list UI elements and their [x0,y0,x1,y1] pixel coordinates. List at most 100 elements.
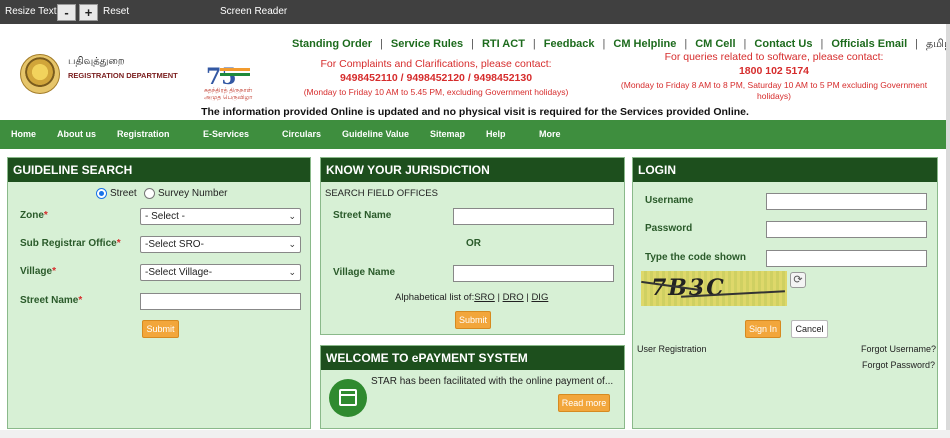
complaints-contact: For Complaints and Clarifications, pleas… [298,58,574,97]
software-contact: For queries related to software, please … [610,51,938,102]
juris-street-label: Street Name [333,210,392,221]
nav-sitemap[interactable]: Sitemap [430,129,465,139]
zone-select-value: - Select - [145,211,186,222]
jurisdiction-submit-button[interactable]: Submit [455,311,491,329]
link-standing-order[interactable]: Standing Order [292,38,372,50]
captcha-image: 7B3C [641,271,787,306]
link-officials-email[interactable]: Officials Email [831,38,907,50]
logo75-tamil-text: சுதந்திரத் திருநாள் அமுத பெருவிழா [204,88,253,101]
sign-in-button[interactable]: Sign In [745,320,781,338]
street-name-label: Street Name* [20,295,83,306]
page-scrollbar[interactable] [946,24,950,430]
dig-link[interactable]: DIG [531,292,548,303]
alphabetical-list: Alphabetical list of:SRO | DRO | DIG [395,292,548,303]
link-cm-cell[interactable]: CM Cell [695,38,735,50]
calendar-icon [329,379,367,417]
guideline-submit-button[interactable]: Submit [142,320,179,338]
nav-home[interactable]: Home [11,129,36,139]
link-cm-helpline[interactable]: CM Helpline [613,38,676,50]
chevron-down-icon: ⌄ [288,267,296,277]
sro-select-value: -Select SRO- [145,239,204,250]
increase-text-button[interactable]: + [79,4,98,21]
link-service-rules[interactable]: Service Rules [391,38,463,50]
link-contact-us[interactable]: Contact Us [754,38,812,50]
guideline-search-panel: GUIDELINE SEARCH Street Survey Number Zo… [7,157,311,429]
zone-select[interactable]: - Select - ⌄ [140,208,301,225]
password-label: Password [645,223,693,234]
sro-link[interactable]: SRO [474,292,495,303]
nav-more[interactable]: More [539,129,561,139]
captcha-code-input[interactable] [766,250,927,267]
site-header: பதிவுத்துறை REGISTRATION DEPARTMENT 75 ச… [0,24,950,120]
street-name-input[interactable] [140,293,301,310]
jurisdiction-title: KNOW YOUR JURISDICTION [321,158,624,182]
username-label: Username [645,195,694,206]
username-input[interactable] [766,193,927,210]
village-select[interactable]: -Select Village- ⌄ [140,264,301,281]
main-nav: Home About us Registration E-Services Ci… [0,120,950,149]
village-label-text: Village [20,266,53,277]
user-registration-link[interactable]: User Registration [637,344,707,354]
refresh-icon[interactable]: ⟳ [790,272,806,288]
software-heading: For queries related to software, please … [664,51,884,63]
alpha-sep-1: | [497,292,500,303]
cancel-button[interactable]: Cancel [791,320,828,338]
nav-about-us[interactable]: About us [57,129,96,139]
zone-label-text: Zone [20,210,44,221]
accessibility-bar: Resize Text - + Reset Screen Reader [0,0,950,24]
juris-village-input[interactable] [453,265,614,282]
guideline-search-title: GUIDELINE SEARCH [8,158,310,182]
complaints-hours: (Monday to Friday 10 AM to 5.45 PM, excl… [303,87,569,97]
dro-link[interactable]: DRO [503,292,524,303]
dept-tamil-name: பதிவுத்துறை [68,56,125,67]
epayment-title: WELCOME TO ePAYMENT SYSTEM [321,346,624,370]
login-panel: LOGIN Username Password Type the code sh… [632,157,938,429]
link-feedback[interactable]: Feedback [544,38,595,50]
nav-help[interactable]: Help [486,129,506,139]
sro-label: Sub Registrar Office* [20,238,121,249]
alpha-prefix: Alphabetical list of: [395,292,475,303]
nav-guideline-value[interactable]: Guideline Value [342,129,409,139]
alpha-sep-2: | [526,292,529,303]
decrease-text-button[interactable]: - [57,4,76,21]
street-label-text: Street Name [20,295,79,306]
epayment-panel: WELCOME TO ePAYMENT SYSTEM STAR has been… [320,345,625,429]
forgot-username-link[interactable]: Forgot Username? [861,344,936,354]
forgot-password-link[interactable]: Forgot Password? [862,360,935,370]
link-rti-act[interactable]: RTI ACT [482,38,525,50]
resize-text-label: Resize Text [5,6,57,17]
azadi-75-logo: 75 சுதந்திரத் திருநாள் அமுத பெருவிழா [192,50,262,102]
radio-survey-number[interactable] [144,188,155,199]
software-phone: 1800 102 5174 [738,65,810,77]
tn-emblem-logo [20,54,60,94]
search-field-offices-label: SEARCH FIELD OFFICES [325,188,438,199]
radio-street-label: Street [110,188,137,199]
sro-select[interactable]: -Select SRO- ⌄ [140,236,301,253]
juris-village-label: Village Name [333,267,396,278]
radio-survey-label: Survey Number [158,188,228,199]
epayment-text: STAR has been facilitated with the onlin… [371,376,614,387]
nav-circulars[interactable]: Circulars [282,129,321,139]
radio-street[interactable] [96,188,107,199]
nav-e-services[interactable]: E-Services [203,129,249,139]
read-more-button[interactable]: Read more [558,394,610,412]
online-notice: The information provided Online is updat… [201,106,749,118]
complaints-heading: For Complaints and Clarifications, pleas… [320,58,552,70]
screen-reader-link[interactable]: Screen Reader [220,6,287,17]
top-links: Standing Order | Service Rules | RTI ACT | Fee… [292,38,950,52]
dept-english-name: REGISTRATION DEPARTMENT [68,71,178,80]
reset-text-button[interactable]: Reset [103,6,129,17]
or-separator: OR [466,238,481,249]
village-label: Village* [20,266,56,277]
password-input[interactable] [766,221,927,238]
page-footer-strip [0,430,950,438]
captcha-code-label: Type the code shown [645,252,746,263]
jurisdiction-panel: KNOW YOUR JURISDICTION SEARCH FIELD OFFI… [320,157,625,335]
sro-label-text: Sub Registrar Office [20,238,117,249]
nav-registration[interactable]: Registration [117,129,170,139]
juris-street-input[interactable] [453,208,614,225]
zone-label: Zone* [20,210,48,221]
login-title: LOGIN [633,158,937,182]
chevron-down-icon: ⌄ [288,211,296,221]
chevron-down-icon: ⌄ [288,239,296,249]
